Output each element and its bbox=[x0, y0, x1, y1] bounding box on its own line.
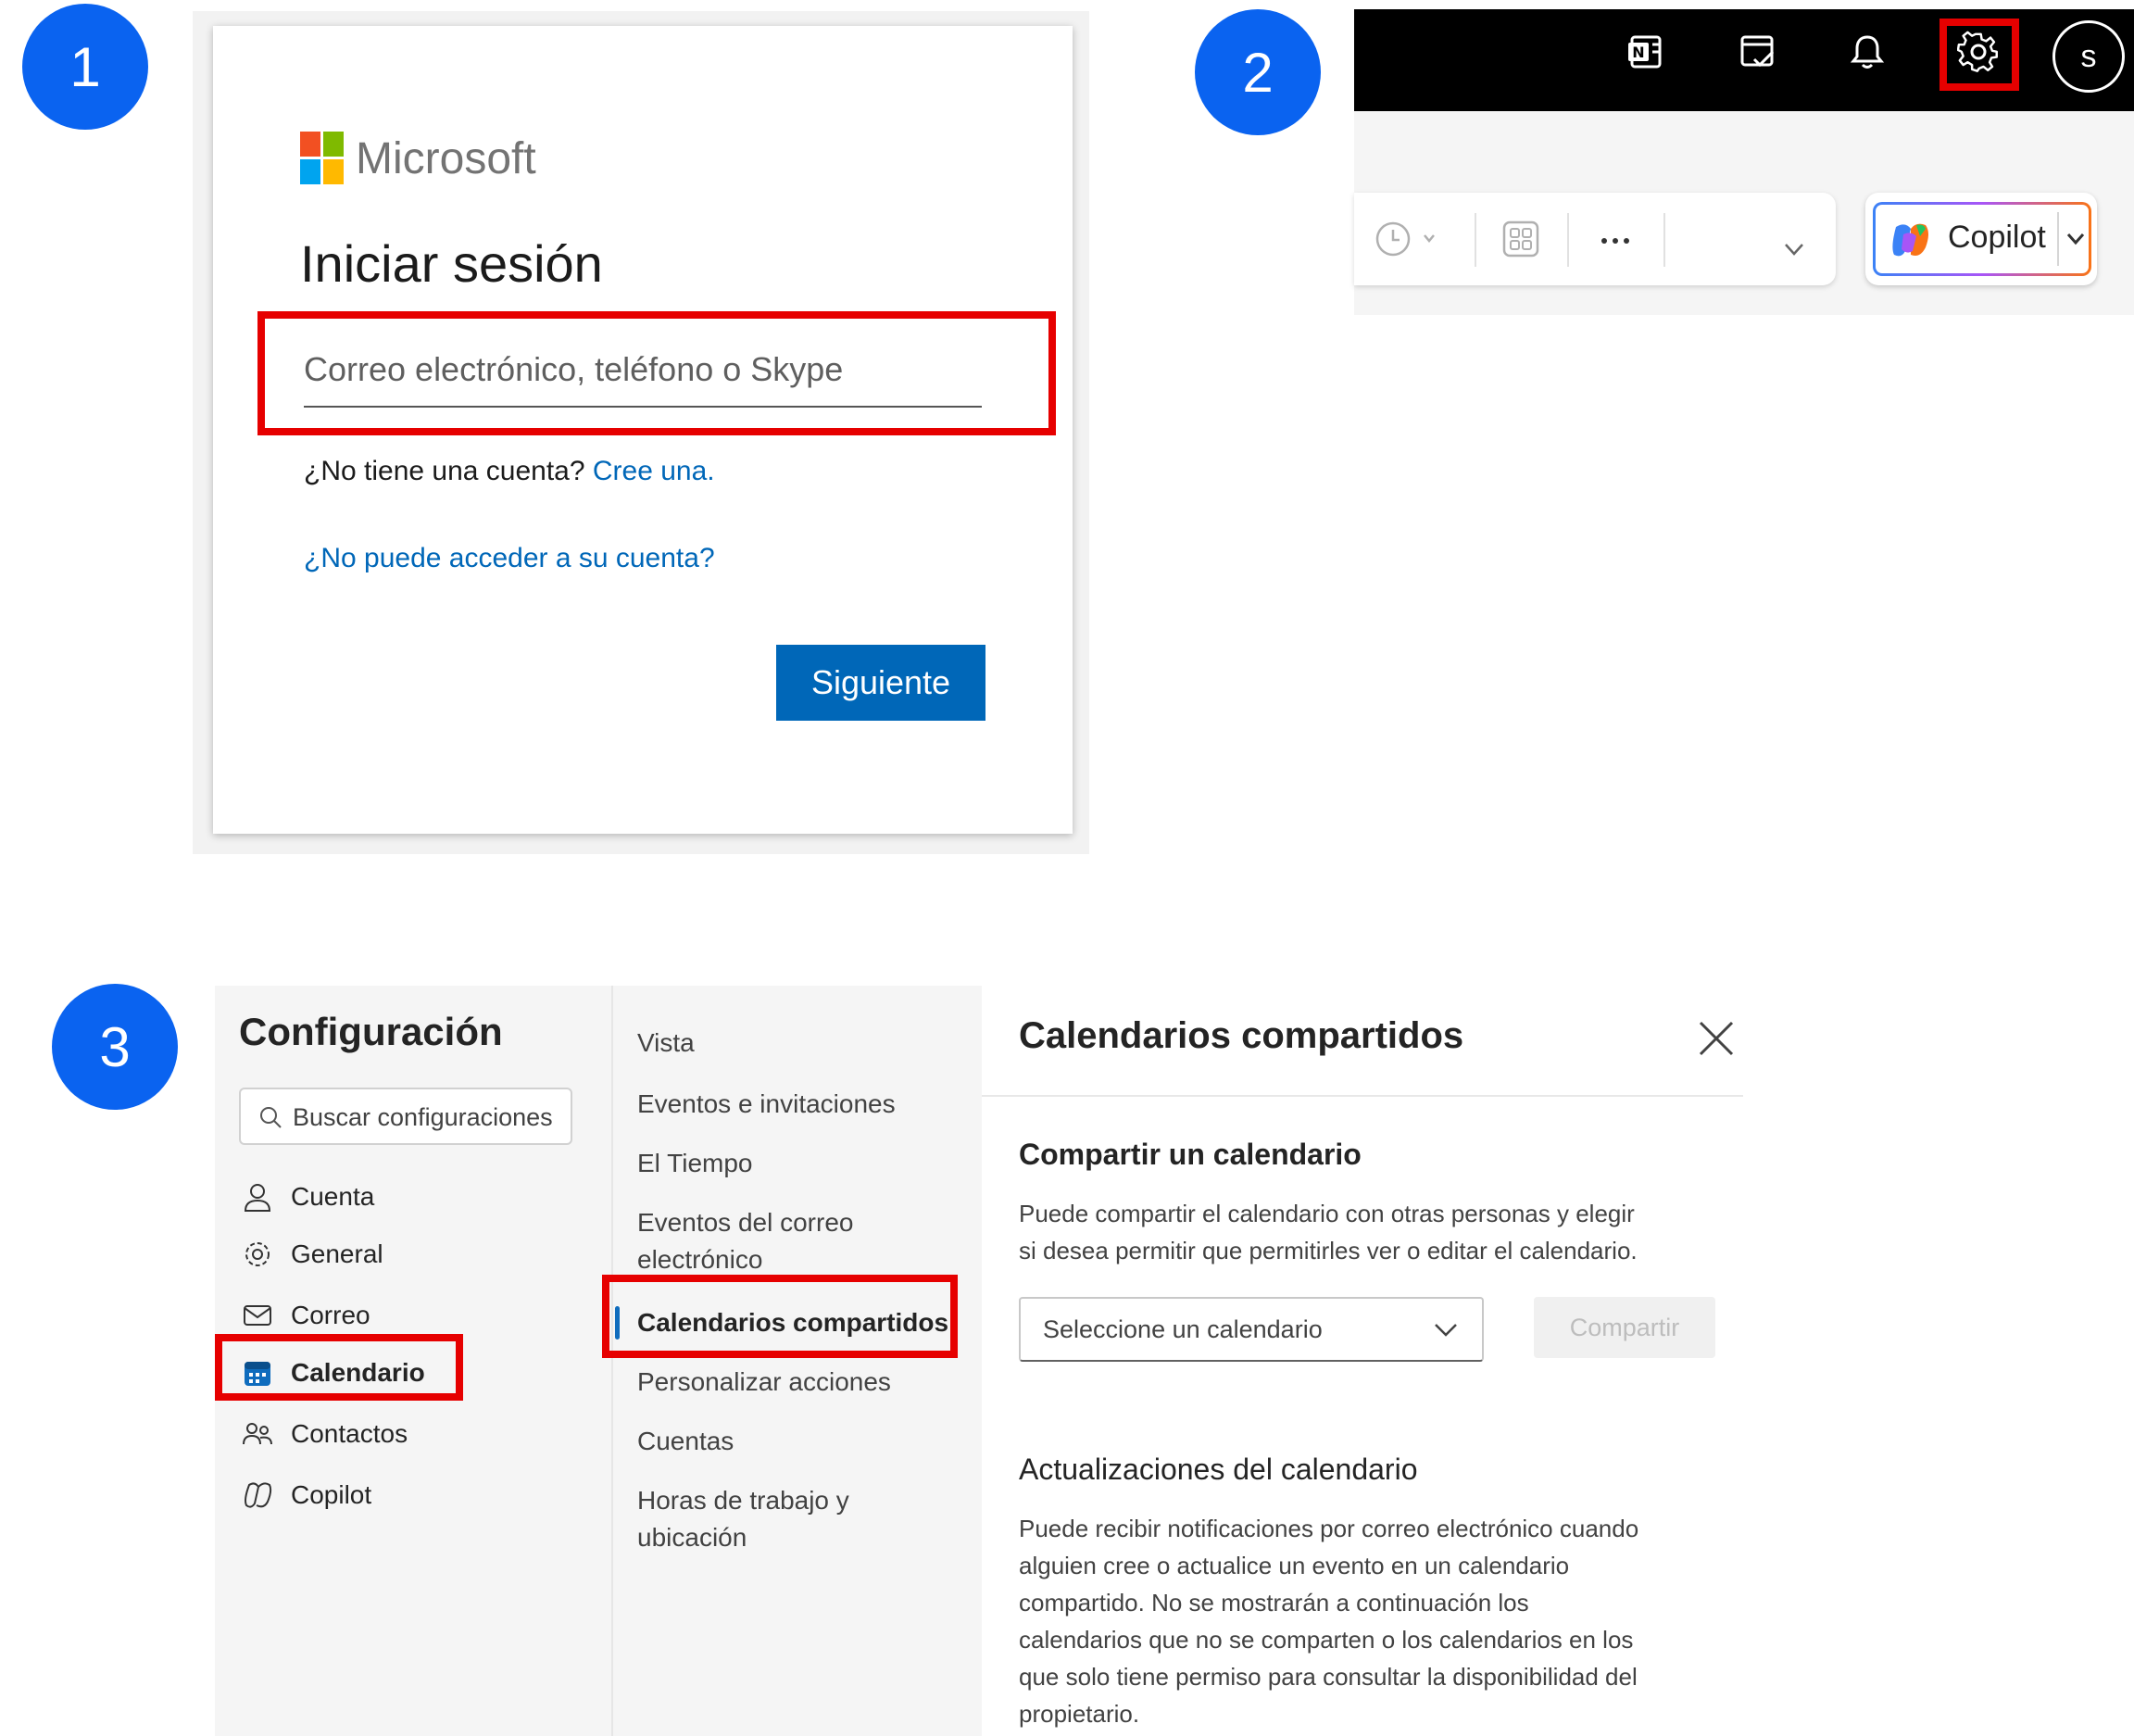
mail-icon bbox=[239, 1297, 276, 1334]
copilot-button-frame: Copilot bbox=[1873, 202, 2091, 276]
onenote-icon[interactable]: N bbox=[1623, 28, 1671, 76]
nav-item-label: Copilot bbox=[291, 1480, 372, 1509]
subnav-horas-trabajo-line2[interactable]: ubicación bbox=[637, 1519, 747, 1556]
highlight-settings bbox=[1939, 19, 2019, 91]
highlight-calendario bbox=[215, 1334, 463, 1401]
subnav-eventos-correo-line2[interactable]: electrónico bbox=[637, 1241, 762, 1278]
updates-line: que solo tiene permiso para consultar la… bbox=[1019, 1663, 1638, 1691]
toolbar-separator bbox=[1475, 213, 1476, 267]
chevron-down-icon bbox=[1432, 1319, 1460, 1348]
ribbon-toolbar bbox=[1354, 193, 1836, 285]
panel-divider bbox=[982, 1095, 1743, 1097]
subnav-eventos-correo[interactable]: Eventos del correo bbox=[637, 1204, 853, 1241]
calendar-select[interactable]: Seleccione un calendario bbox=[1019, 1297, 1484, 1362]
copilot-logo-icon bbox=[1889, 220, 1931, 265]
next-button[interactable]: Siguiente bbox=[776, 645, 985, 721]
copilot-button[interactable]: Copilot bbox=[1865, 193, 2097, 285]
cant-access-link[interactable]: ¿No puede acceder a su cuenta? bbox=[304, 539, 715, 578]
copilot-label: Copilot bbox=[1948, 220, 2046, 255]
subnav-personalizar-acciones[interactable]: Personalizar acciones bbox=[637, 1364, 891, 1401]
person-icon bbox=[239, 1178, 276, 1215]
avatar[interactable]: s bbox=[2052, 20, 2125, 93]
highlight-email bbox=[257, 311, 1056, 435]
nav-item-label: Correo bbox=[291, 1301, 370, 1329]
share-button[interactable]: Compartir bbox=[1534, 1297, 1715, 1358]
copilot-icon bbox=[239, 1477, 276, 1514]
updates-heading: Actualizaciones del calendario bbox=[1019, 1453, 1418, 1486]
subnav-horas-trabajo[interactable]: Horas de trabajo y bbox=[637, 1482, 849, 1519]
no-account-text: ¿No tiene una cuenta? Cree una. bbox=[304, 452, 715, 491]
signin-title: Iniciar sesión bbox=[300, 234, 603, 293]
updates-line: compartido. No se mostrarán a continuaci… bbox=[1019, 1589, 1529, 1616]
share-heading: Compartir un calendario bbox=[1019, 1138, 1362, 1171]
toolbar-separator bbox=[1567, 213, 1569, 267]
step-badge-2: 2 bbox=[1195, 9, 1321, 135]
updates-line: calendarios que no se comparten o los ca… bbox=[1019, 1626, 1634, 1654]
apps-grid-icon[interactable] bbox=[1502, 220, 1539, 262]
todo-icon[interactable] bbox=[1734, 28, 1782, 76]
step-badge-1: 1 bbox=[22, 4, 148, 130]
subnav-vista[interactable]: Vista bbox=[637, 1025, 695, 1062]
more-options-icon[interactable] bbox=[1597, 220, 1634, 262]
subnav-el-tiempo[interactable]: El Tiempo bbox=[637, 1145, 753, 1182]
nav-item-label: Contactos bbox=[291, 1419, 408, 1448]
nav-item-cuenta[interactable]: Cuenta bbox=[239, 1175, 374, 1219]
nav-item-copilot[interactable]: Copilot bbox=[239, 1473, 371, 1517]
nav-item-general[interactable]: General bbox=[239, 1232, 383, 1277]
updates-line: Puede recibir notificaciones por correo … bbox=[1019, 1515, 1639, 1542]
toolbar-separator bbox=[1663, 213, 1665, 267]
settings-title: Configuración bbox=[239, 1010, 503, 1053]
microsoft-logo-icon bbox=[300, 132, 345, 185]
subnav-eventos-invitaciones[interactable]: Eventos e invitaciones bbox=[637, 1086, 896, 1123]
share-description-line1: Puede compartir el calendario con otras … bbox=[1019, 1200, 1635, 1227]
subnav-cuentas[interactable]: Cuentas bbox=[637, 1423, 734, 1460]
close-icon[interactable] bbox=[1695, 1017, 1738, 1060]
no-account-label: ¿No tiene una cuenta? bbox=[304, 456, 585, 486]
nav-item-correo[interactable]: Correo bbox=[239, 1293, 370, 1338]
updates-line: alguien cree o actualice un evento en un… bbox=[1019, 1552, 1570, 1579]
step-badge-3: 3 bbox=[52, 984, 178, 1110]
copilot-chevron-icon[interactable] bbox=[2065, 229, 2087, 254]
panel-title: Calendarios compartidos bbox=[1019, 1015, 1464, 1056]
share-description-line2: si desea permitir que permitirles ver o … bbox=[1019, 1237, 1638, 1264]
clock-icon[interactable] bbox=[1375, 220, 1439, 262]
copilot-separator bbox=[2057, 212, 2059, 266]
updates-line: propietario. bbox=[1019, 1700, 1140, 1728]
svg-text:N: N bbox=[1632, 44, 1644, 61]
gear-icon bbox=[239, 1236, 276, 1273]
nav-item-label: Cuenta bbox=[291, 1182, 375, 1211]
search-icon bbox=[257, 1104, 283, 1135]
bell-icon[interactable] bbox=[1843, 28, 1891, 76]
microsoft-wordmark: Microsoft bbox=[356, 134, 536, 183]
people-icon bbox=[239, 1415, 276, 1453]
settings-search[interactable] bbox=[239, 1088, 572, 1145]
highlight-calendarios-compartidos bbox=[602, 1275, 958, 1358]
nav-item-label: General bbox=[291, 1239, 383, 1268]
settings-search-input[interactable] bbox=[293, 1099, 567, 1136]
calendar-select-value: Seleccione un calendario bbox=[1043, 1315, 1323, 1343]
chevron-down-icon[interactable] bbox=[1780, 239, 1808, 266]
nav-item-contactos[interactable]: Contactos bbox=[239, 1412, 408, 1456]
create-account-link[interactable]: Cree una. bbox=[593, 456, 715, 486]
